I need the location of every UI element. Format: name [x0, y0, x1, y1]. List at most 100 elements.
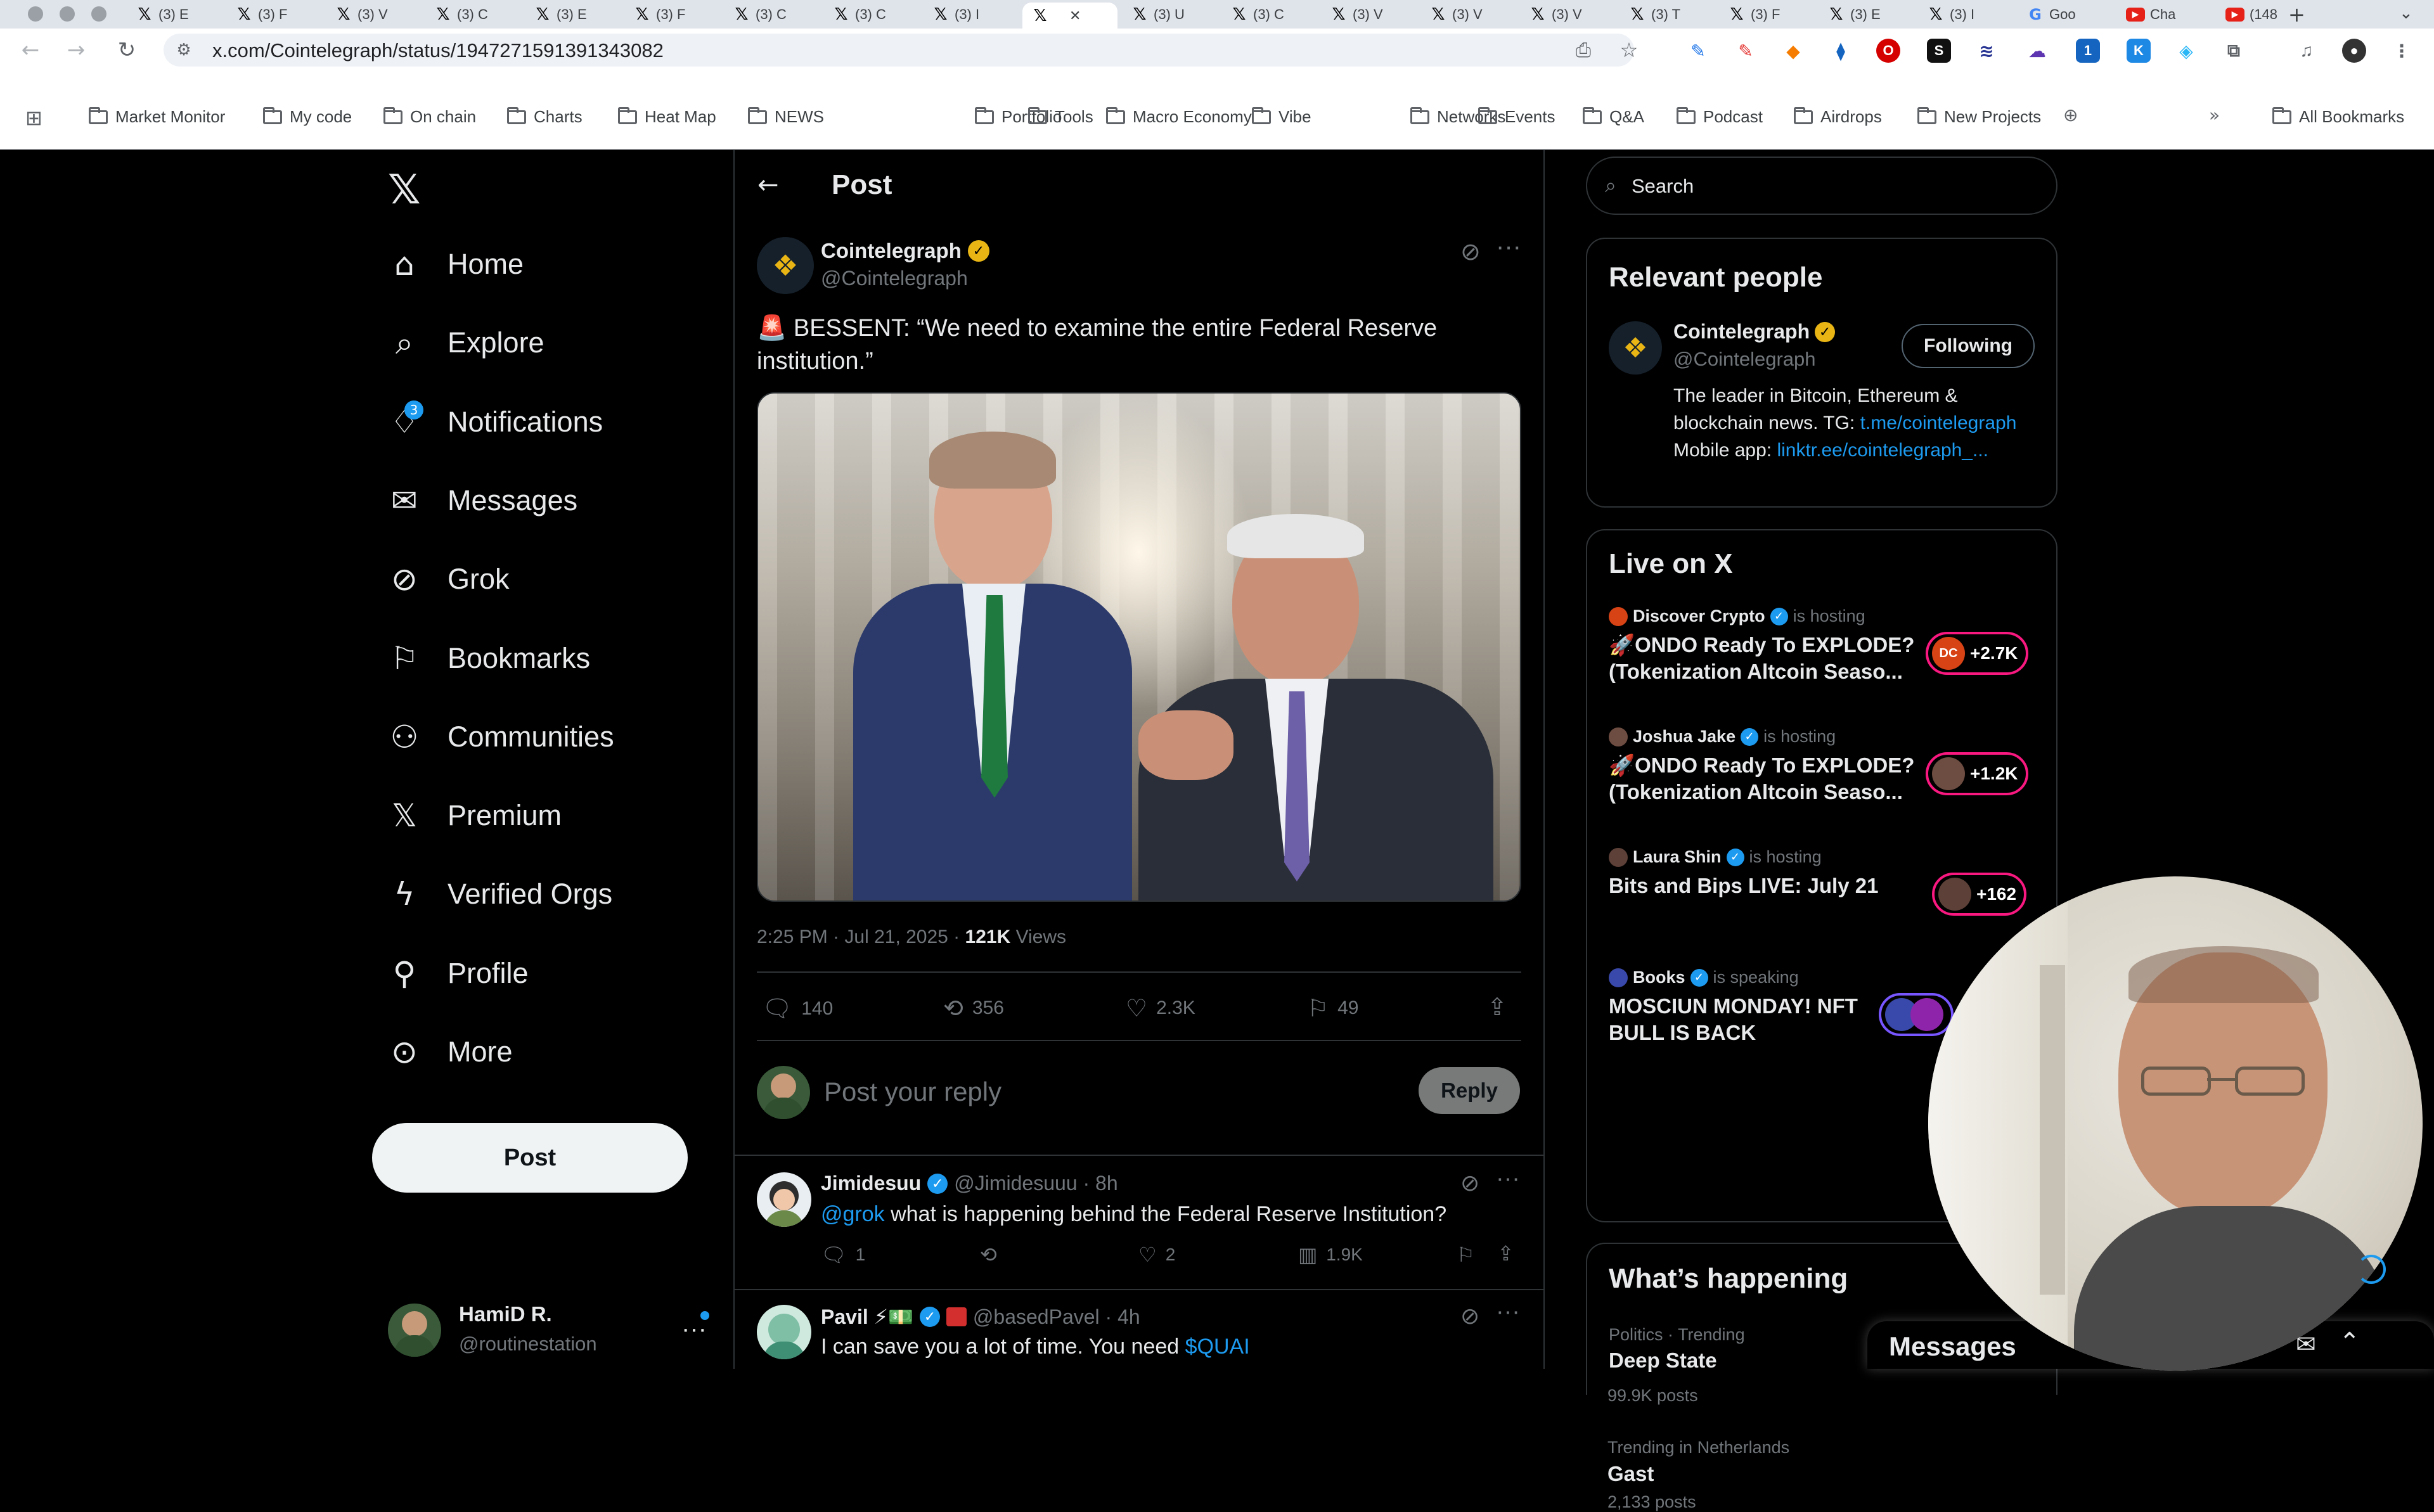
live-listeners-pill[interactable]: +1.2K [1926, 752, 2028, 795]
forward-button[interactable]: → [63, 37, 89, 63]
person-name-row[interactable]: Cointelegraph ✓ [1673, 320, 1836, 343]
nav-item-messages[interactable]: ✉ Messages [387, 482, 577, 519]
tab-search-chevron-icon[interactable]: ⌄ [2399, 4, 2413, 23]
live-host-row[interactable]: Discover Crypto ✓ is hosting [1609, 606, 1865, 626]
reply-views-action[interactable]: ▥ 1.9K [1298, 1243, 1363, 1267]
browser-tab[interactable]: 𝕏 (3) E [525, 3, 620, 27]
nav-item-profile[interactable]: ⚲ Profile [387, 955, 529, 992]
share-action[interactable]: ⇪ [1487, 993, 1507, 1021]
live-host-row[interactable]: Laura Shin ✓ is hosting [1609, 847, 1822, 867]
window-maximize-button[interactable] [91, 6, 106, 22]
reload-button[interactable]: ↻ [114, 37, 139, 63]
reply-author-avatar[interactable] [757, 1305, 811, 1359]
bookmark-star-icon[interactable]: ☆ [1616, 37, 1642, 63]
post-author-avatar[interactable]: ❖ [757, 237, 814, 294]
search-input[interactable]: ⌕ Search [1586, 157, 2057, 215]
trend-name[interactable]: Deep State [1609, 1349, 1717, 1373]
linktree-link[interactable]: linktr.ee/cointelegraph_... [1777, 440, 1988, 461]
browser-tab[interactable]: ▶ Cha [2117, 3, 2212, 27]
tab-close-icon[interactable]: ✕ [1069, 8, 1081, 24]
metamask-extension-icon[interactable]: ◆ [1781, 39, 1805, 63]
browser-tab[interactable]: 𝕏 (3) T [1619, 3, 1715, 27]
bookmark-folder[interactable]: New Projects [1917, 106, 2041, 127]
cashtag-link[interactable]: $QUAI [1185, 1335, 1250, 1359]
bookmark-folder[interactable]: Tools [1028, 106, 1093, 127]
reply-share-action[interactable]: ⇪ [1497, 1241, 1514, 1265]
counter-extension-icon[interactable]: 1 [2076, 39, 2100, 63]
nav-item-verified-orgs[interactable]: ϟ Verified Orgs [387, 876, 613, 913]
account-avatar[interactable] [388, 1304, 441, 1357]
browser-tab[interactable]: 𝕏 (3) E [1819, 3, 1914, 27]
k-extension-icon[interactable]: K [2127, 39, 2151, 63]
bookmark-folder[interactable]: Airdrops [1794, 106, 1882, 127]
url-text[interactable]: x.com/Cointelegraph/status/1947271591391… [212, 39, 664, 62]
grok-explain-icon[interactable]: ⊘ [1460, 1304, 1479, 1329]
person-handle[interactable]: @Cointelegraph [1673, 348, 1816, 371]
reply-like-action[interactable]: ♡ 2 [1138, 1243, 1175, 1267]
site-info-icon[interactable]: ⚙ [171, 37, 196, 63]
grok-explain-icon[interactable]: ⊘ [1460, 238, 1481, 266]
browser-tab[interactable]: 𝕏 (3) F [624, 3, 719, 27]
x-logo-icon[interactable]: 𝕏 [388, 167, 421, 214]
live-space-title[interactable]: MOSCIUN MONDAY! NFT BULL IS BACK [1609, 993, 1858, 1046]
like-action[interactable]: ♡ 2.3K [1126, 994, 1195, 1022]
red-pen-extension-icon[interactable]: ✎ [1734, 39, 1758, 63]
reply-author-name[interactable]: Jimidesuu [821, 1172, 921, 1195]
browser-tab[interactable]: 𝕏 (3) C [425, 3, 520, 27]
telegram-link[interactable]: t.me/cointelegraph [1860, 413, 2017, 433]
browser-menu-icon[interactable]: ⋮ [2390, 39, 2414, 63]
browser-tab[interactable]: 𝕏 (3) F [226, 3, 321, 27]
globe-icon[interactable]: ⊕ [2063, 105, 2078, 125]
bookmark-folder[interactable]: Macro Economy [1106, 106, 1252, 127]
browser-tab[interactable]: 𝕏 (3) V [1321, 3, 1416, 27]
bookmark-folder[interactable]: Q&A [1583, 106, 1644, 127]
browser-tab[interactable]: G Goo [2018, 3, 2113, 27]
nav-item-grok[interactable]: ⊘ Grok [387, 561, 509, 598]
reply-reply-action[interactable]: 🗨 1 [821, 1243, 865, 1267]
all-bookmarks-folder[interactable]: All Bookmarks [2272, 106, 2404, 127]
reply-input[interactable]: Post your reply [824, 1077, 1394, 1112]
repost-action[interactable]: ⟲ 356 [943, 994, 1004, 1022]
post-button[interactable]: Post [372, 1123, 688, 1193]
nav-item-premium[interactable]: 𝕏 Premium [387, 797, 562, 834]
browser-tab[interactable]: 𝕏 (3) C [724, 3, 819, 27]
extensions-puzzle-icon[interactable]: ⧉ [2222, 39, 2246, 63]
nav-item-home[interactable]: ⌂ Home [387, 246, 524, 283]
reply-action[interactable]: 🗨 140 [762, 994, 833, 1023]
wallet-extension-icon[interactable]: ⧫ [1829, 39, 1853, 63]
diamond-extension-icon[interactable]: ◈ [2174, 39, 2198, 63]
browser-tab[interactable]: 𝕏 (3) V [326, 3, 421, 27]
following-button[interactable]: Following [1902, 324, 2035, 368]
back-arrow-icon[interactable]: ← [757, 170, 779, 200]
browser-tab[interactable]: 𝕏 (3) V [1420, 3, 1516, 27]
bookmark-folder[interactable]: Market Monitor [89, 106, 225, 127]
post-author[interactable]: Cointelegraph ✓ [821, 239, 989, 263]
bookmark-folder[interactable]: My code [263, 106, 352, 127]
reply-author-name[interactable]: Pavil ⚡💵 [821, 1305, 913, 1329]
person-avatar[interactable]: ❖ [1609, 321, 1662, 375]
bookmark-folder[interactable]: Events [1478, 106, 1555, 127]
browser-tab[interactable]: 𝕏 ✕ [1022, 3, 1117, 29]
browser-tab[interactable]: 𝕏 (3) U [1122, 3, 1217, 27]
live-host-row[interactable]: Books ✓ is speaking [1609, 968, 1799, 987]
apps-grid-icon[interactable]: ⊞ [25, 106, 42, 130]
bookmark-folder[interactable]: Heat Map [618, 106, 716, 127]
bookmark-folder[interactable]: Vibe [1252, 106, 1311, 127]
bookmark-folder[interactable]: Podcast [1677, 106, 1763, 127]
reply-author-avatar[interactable] [757, 1172, 811, 1227]
browser-tab[interactable]: 𝕏 (3) C [823, 3, 918, 27]
opera-extension-icon[interactable]: O [1876, 39, 1900, 63]
reply-more-icon[interactable]: ··· [1496, 1165, 1520, 1193]
cloud-extension-icon[interactable]: ☁ [2025, 39, 2049, 63]
nav-item-explore[interactable]: ⌕ Explore [387, 324, 544, 361]
reply-button[interactable]: Reply [1419, 1067, 1520, 1114]
browser-tab[interactable]: 𝕏 (3) F [1719, 3, 1814, 27]
post-more-icon[interactable]: ··· [1496, 233, 1521, 261]
nav-item-communities[interactable]: ⚇ Communities [387, 719, 614, 755]
bookmark-folder[interactable]: On chain [383, 106, 476, 127]
reply-repost-action[interactable]: ⟲ [980, 1243, 997, 1267]
live-host-row[interactable]: Joshua Jake ✓ is hosting [1609, 727, 1836, 746]
browser-tab[interactable]: 𝕏 (3) V [1520, 3, 1615, 27]
bookmark-folder[interactable]: NEWS [748, 106, 824, 127]
post-author-handle[interactable]: @Cointelegraph [821, 267, 968, 290]
